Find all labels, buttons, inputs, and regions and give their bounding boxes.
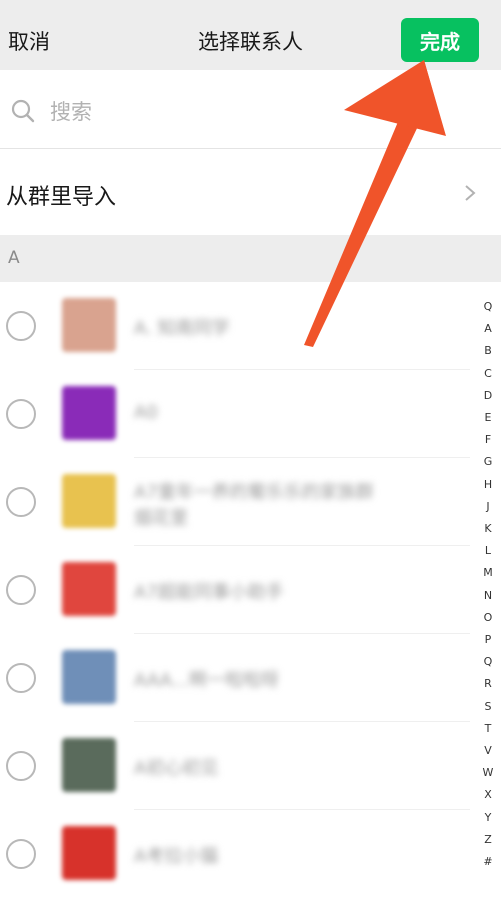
- index-letter[interactable]: R: [478, 673, 498, 695]
- index-letter[interactable]: H: [478, 474, 498, 496]
- contact-name: A7童年一养的蜀乐乐的家族群: [134, 482, 374, 503]
- index-letter[interactable]: X: [478, 784, 498, 806]
- contact-name: A初心初见: [134, 758, 219, 779]
- contact-list: A. 知南同学 A0 A7童年一养的蜀乐乐的家族群 烟花里 A7超能同事小助手 …: [0, 282, 501, 901]
- avatar: [62, 738, 116, 792]
- contact-row[interactable]: A. 知南同学: [0, 282, 470, 370]
- select-radio[interactable]: [6, 487, 36, 517]
- contact-name-line2: 烟花里: [134, 508, 188, 529]
- index-letter[interactable]: L: [478, 540, 498, 562]
- contact-row[interactable]: AAA...啊一啦啦呀: [0, 634, 470, 722]
- contact-row[interactable]: A初心初见: [0, 722, 470, 810]
- nav-bar: 取消 选择联系人 完成: [0, 0, 501, 70]
- index-letter[interactable]: M: [478, 562, 498, 584]
- index-letter[interactable]: P: [478, 629, 498, 651]
- contact-name: A考拉小猫: [134, 846, 219, 867]
- index-letter[interactable]: K: [478, 518, 498, 540]
- avatar: [62, 826, 116, 880]
- search-bar[interactable]: 搜索: [0, 70, 501, 149]
- alphabet-index[interactable]: Q A B C D E F G H J K L M N O P Q R S T …: [478, 296, 498, 873]
- avatar: [62, 562, 116, 616]
- index-letter[interactable]: Q: [478, 651, 498, 673]
- index-letter[interactable]: Q: [478, 296, 498, 318]
- contact-row[interactable]: A考拉小猫: [0, 810, 470, 898]
- index-letter[interactable]: G: [478, 451, 498, 473]
- index-letter[interactable]: B: [478, 340, 498, 362]
- select-radio[interactable]: [6, 751, 36, 781]
- index-letter[interactable]: T: [478, 718, 498, 740]
- select-radio[interactable]: [6, 663, 36, 693]
- index-letter[interactable]: C: [478, 363, 498, 385]
- select-radio[interactable]: [6, 575, 36, 605]
- search-icon: [11, 99, 35, 123]
- select-radio[interactable]: [6, 839, 36, 869]
- import-from-group-label: 从群里导入: [6, 185, 117, 210]
- avatar: [62, 386, 116, 440]
- contact-row[interactable]: A0: [0, 370, 470, 458]
- contact-name: A. 知南同学: [134, 318, 230, 339]
- avatar: [62, 474, 116, 528]
- cancel-button[interactable]: 取消: [8, 26, 50, 56]
- chevron-right-icon: [465, 185, 476, 201]
- section-letter: A: [8, 248, 20, 268]
- select-radio[interactable]: [6, 399, 36, 429]
- import-from-group-row[interactable]: 从群里导入: [0, 149, 501, 235]
- index-letter[interactable]: W: [478, 762, 498, 784]
- contact-name: A0: [134, 402, 158, 423]
- avatar: [62, 650, 116, 704]
- search-input[interactable]: 搜索: [50, 96, 92, 126]
- contact-name: A7超能同事小助手: [134, 582, 284, 603]
- section-header: A: [0, 236, 501, 282]
- index-letter[interactable]: S: [478, 696, 498, 718]
- index-letter[interactable]: D: [478, 385, 498, 407]
- index-letter[interactable]: E: [478, 407, 498, 429]
- index-letter[interactable]: V: [478, 740, 498, 762]
- avatar: [62, 298, 116, 352]
- index-letter[interactable]: Z: [478, 829, 498, 851]
- index-letter[interactable]: Y: [478, 807, 498, 829]
- contact-name: AAA...啊一啦啦呀: [134, 670, 279, 691]
- index-letter[interactable]: O: [478, 607, 498, 629]
- contact-row[interactable]: A7童年一养的蜀乐乐的家族群 烟花里: [0, 458, 470, 546]
- index-letter[interactable]: #: [478, 851, 498, 873]
- index-letter[interactable]: F: [478, 429, 498, 451]
- index-letter[interactable]: A: [478, 318, 498, 340]
- index-letter[interactable]: J: [478, 496, 498, 518]
- contact-row[interactable]: A7超能同事小助手: [0, 546, 470, 634]
- select-radio[interactable]: [6, 311, 36, 341]
- index-letter[interactable]: N: [478, 585, 498, 607]
- done-button[interactable]: 完成: [401, 18, 479, 62]
